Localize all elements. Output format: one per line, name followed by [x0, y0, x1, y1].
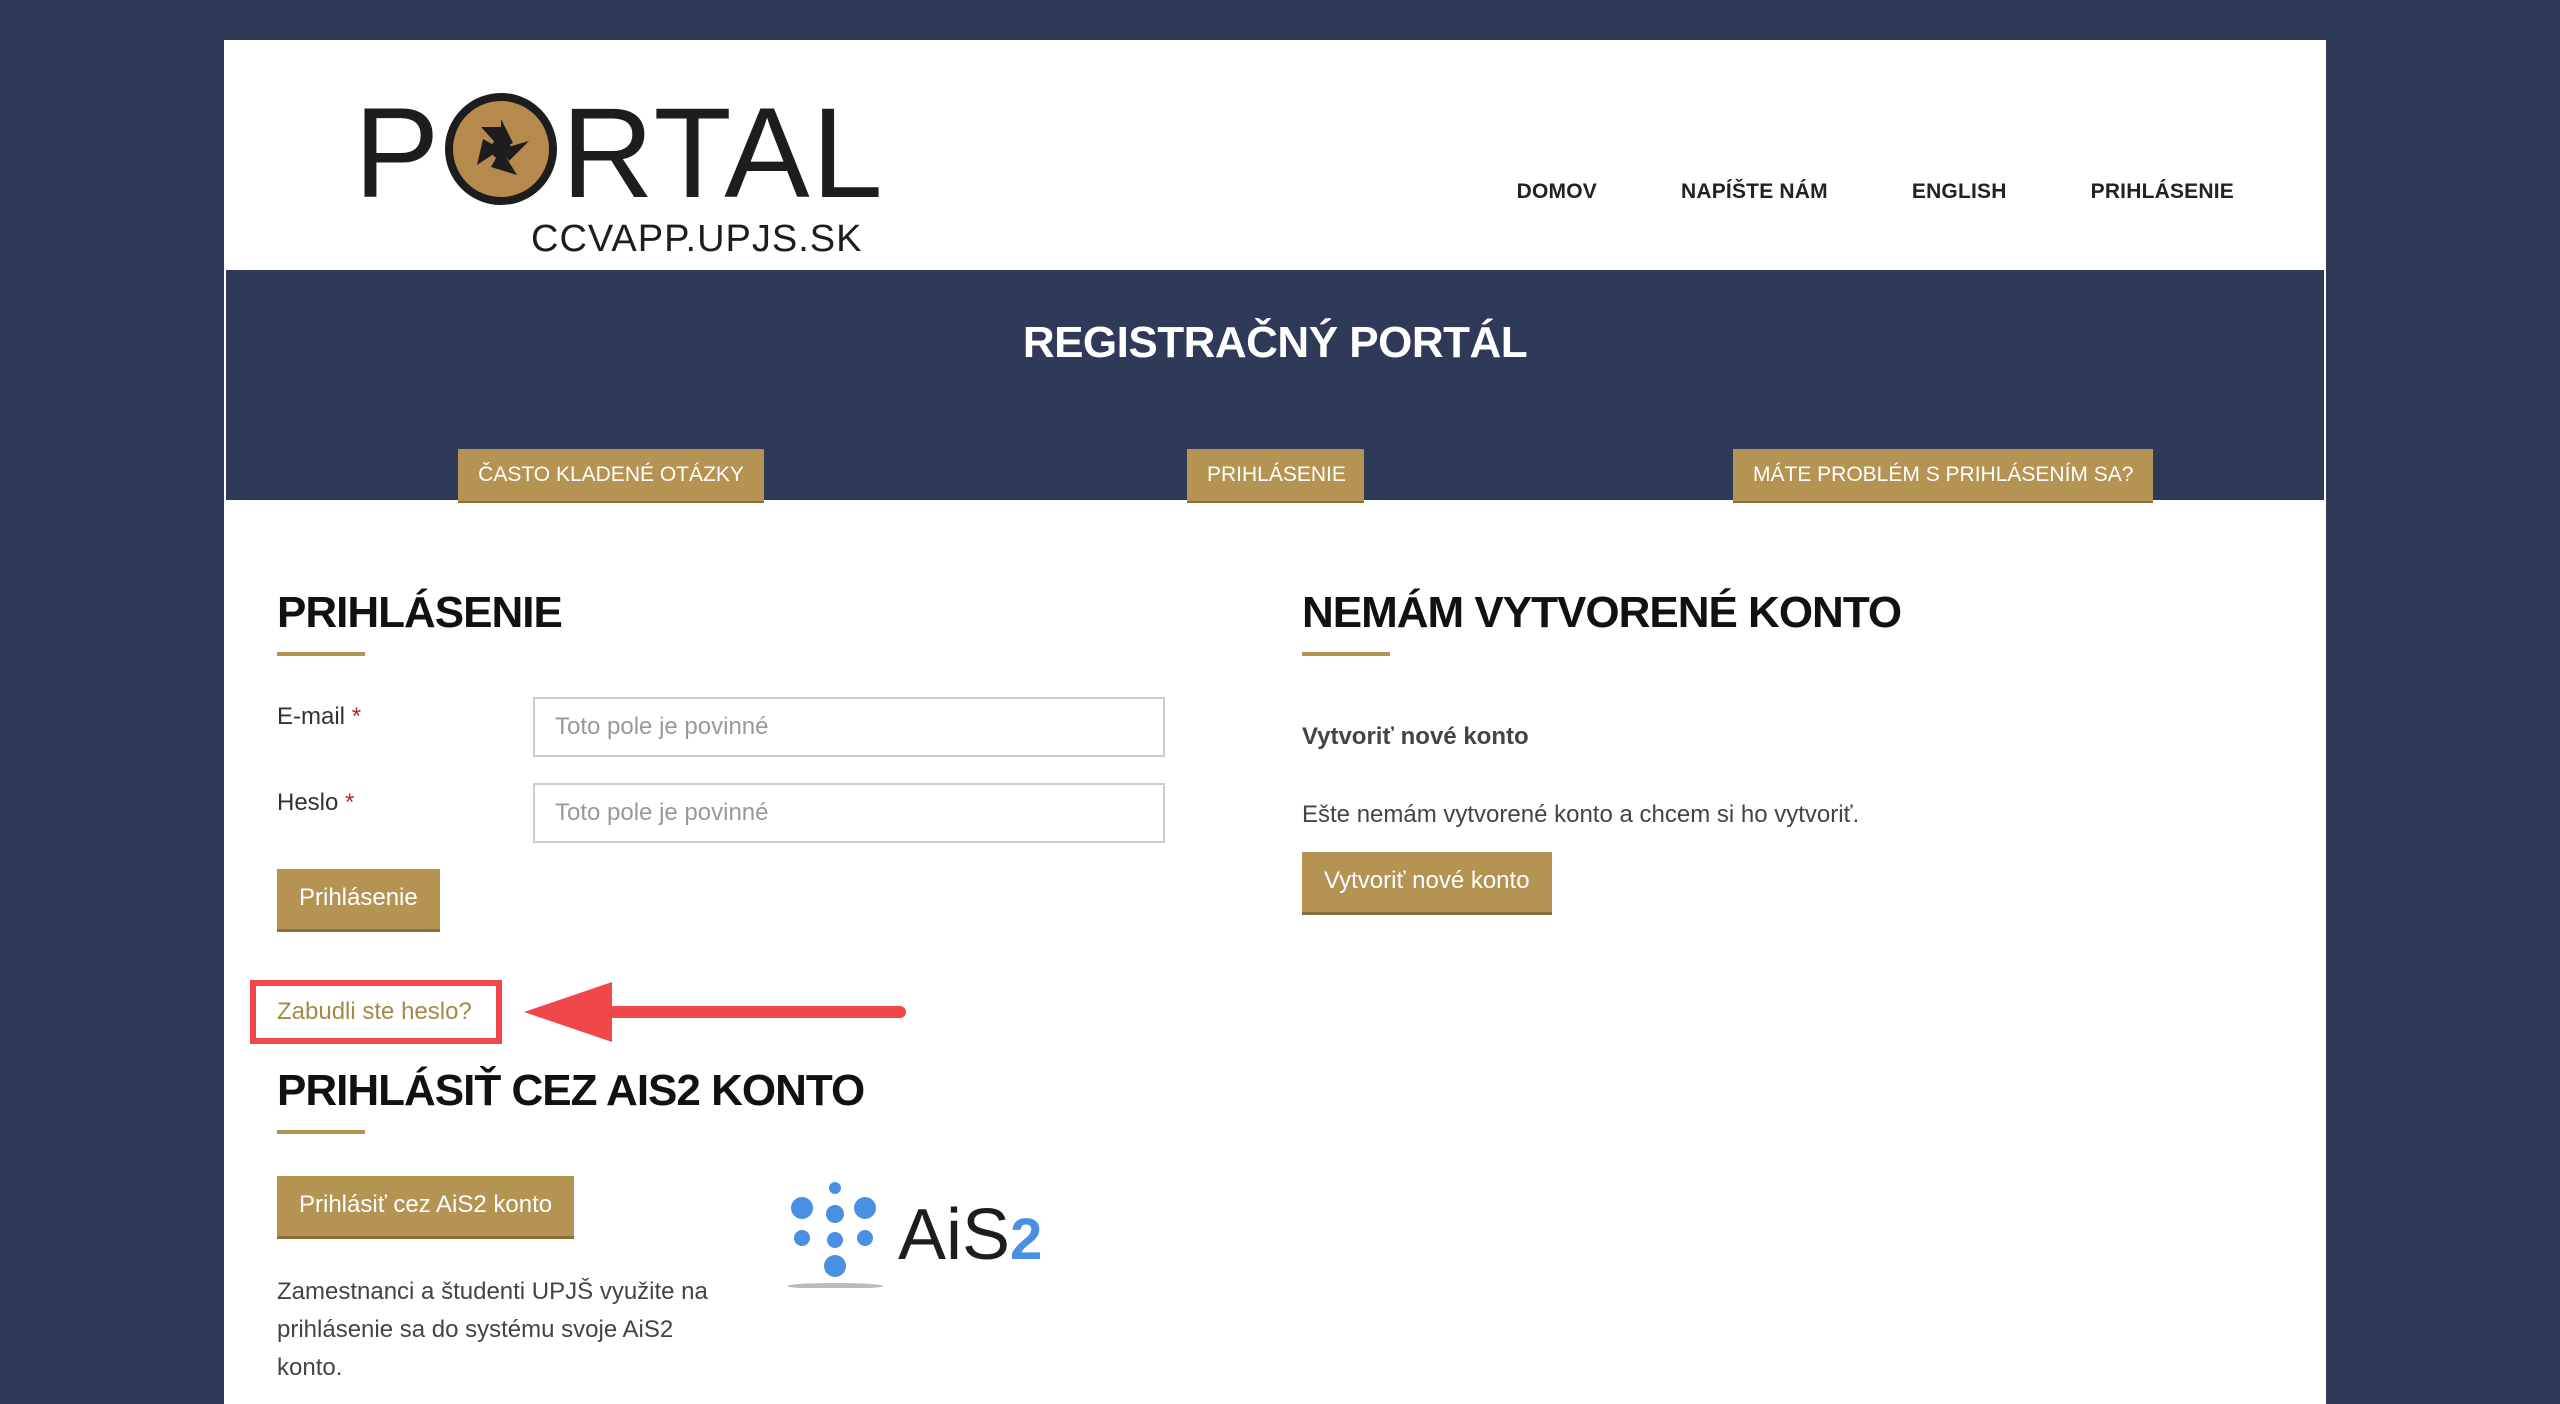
- required-mark: *: [351, 703, 362, 730]
- heading-underline: [277, 1130, 365, 1134]
- main-nav: DOMOV NAPÍŠTE NÁM ENGLISH PRIHLÁSENIE: [1517, 180, 2234, 204]
- login-problem-button[interactable]: MÁTE PROBLÉM S PRIHLÁSENÍM SA?: [1733, 449, 2153, 501]
- aperture-icon: [445, 93, 558, 205]
- banner-login-button[interactable]: PRIHLÁSENIE: [1187, 449, 1364, 501]
- site-header: P RTAL CCVAPP.UPJS.SK DOMOV NAPÍŠTE NÁM …: [224, 40, 2326, 270]
- login-submit-button[interactable]: Prihlásenie: [277, 869, 440, 929]
- ais-login-button[interactable]: Prihlásiť cez AiS2 konto: [277, 1176, 575, 1236]
- page-container: P RTAL CCVAPP.UPJS.SK DOMOV NAPÍŠTE NÁM …: [224, 40, 2326, 1404]
- required-mark: *: [345, 789, 355, 816]
- register-heading: NEMÁM VYTVORENÉ KONTO: [1302, 588, 1902, 637]
- nav-home[interactable]: DOMOV: [1517, 180, 1597, 204]
- ais-dots-icon: [788, 1182, 883, 1288]
- logo-wordmark: P RTAL: [354, 82, 885, 225]
- heading-underline: [277, 652, 365, 656]
- hero-banner: REGISTRAČNÝ PORTÁL ČASTO KLADENÉ OTÁZKY …: [226, 270, 2324, 501]
- ais-logo-text: AiS2: [898, 1195, 1043, 1275]
- faq-button[interactable]: ČASTO KLADENÉ OTÁZKY: [458, 449, 764, 501]
- password-input[interactable]: [533, 783, 1165, 843]
- register-text: Ešte nemám vytvorené konto a chcem si ho…: [1302, 801, 1860, 828]
- password-label: Heslo *: [277, 789, 355, 816]
- create-account-button[interactable]: Vytvoriť nové konto: [1302, 852, 1552, 912]
- ais-description: Zamestnanci a študenti UPJŠ využite na p…: [277, 1278, 708, 1381]
- portal-logo[interactable]: P RTAL CCVAPP.UPJS.SK: [354, 90, 883, 270]
- ais-heading: PRIHLÁSIŤ CEZ AIS2 KONTO: [277, 1066, 865, 1115]
- nav-login[interactable]: PRIHLÁSENIE: [2091, 180, 2234, 204]
- heading-underline: [1302, 652, 1390, 656]
- register-subheading: Vytvoriť nové konto: [1302, 723, 1529, 750]
- ais2-logo: AiS2: [788, 1178, 1058, 1308]
- forgot-password-link[interactable]: Zabudli ste heslo?: [277, 998, 472, 1026]
- email-label: E-mail *: [277, 703, 362, 730]
- login-heading: PRIHLÁSENIE: [277, 588, 563, 637]
- email-input[interactable]: [533, 697, 1165, 757]
- nav-english[interactable]: ENGLISH: [1912, 180, 2007, 204]
- logo-subtitle: CCVAPP.UPJS.SK: [531, 218, 863, 260]
- banner-title: REGISTRAČNÝ PORTÁL: [1022, 318, 1528, 367]
- nav-contact[interactable]: NAPÍŠTE NÁM: [1681, 180, 1828, 204]
